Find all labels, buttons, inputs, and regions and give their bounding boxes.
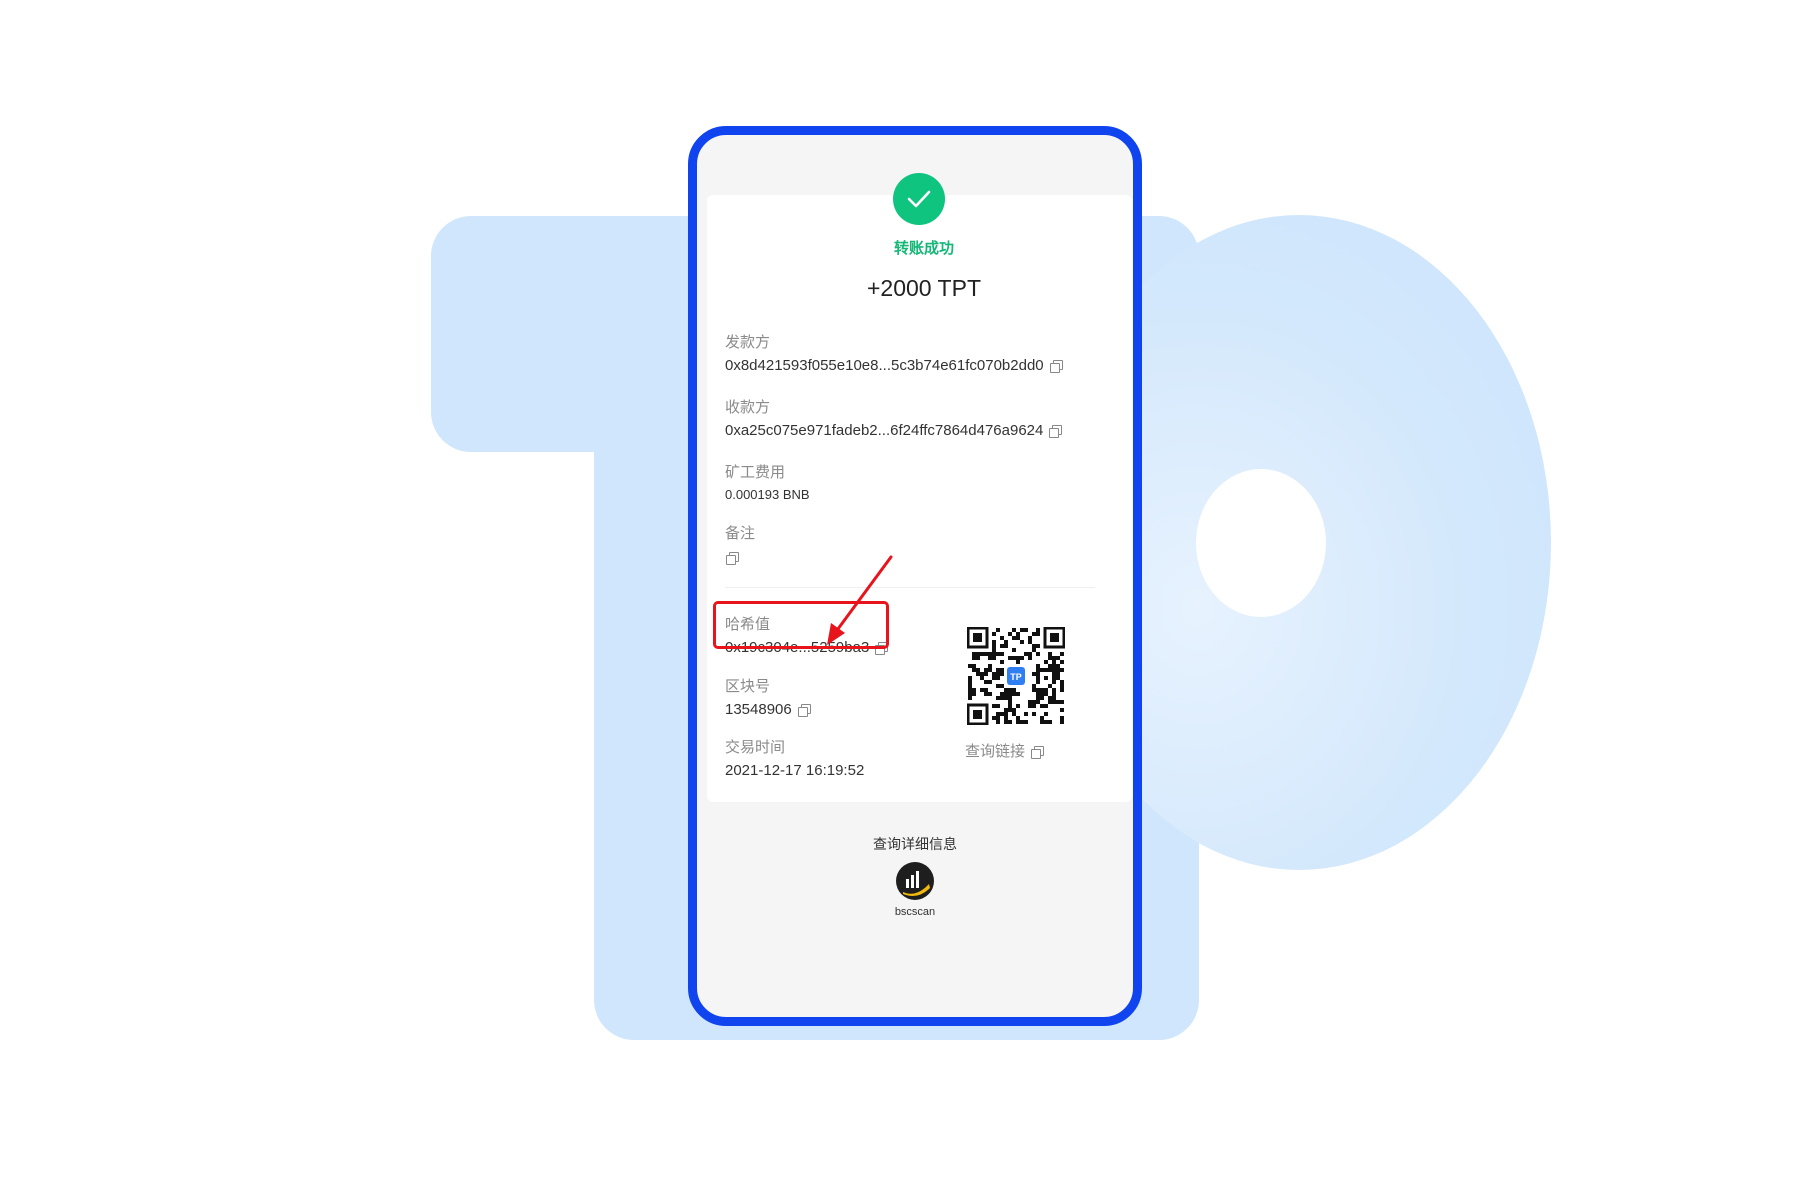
fee-label: 矿工费用 bbox=[725, 464, 786, 481]
copy-icon[interactable] bbox=[1049, 360, 1063, 374]
block-row: 13548906 bbox=[725, 701, 811, 718]
block-label: 区块号 bbox=[725, 678, 771, 695]
copy-icon[interactable] bbox=[1049, 425, 1063, 439]
status-text: 转账成功 bbox=[893, 240, 954, 257]
divider bbox=[725, 587, 1095, 588]
qr-code[interactable]: TP bbox=[967, 627, 1065, 725]
qr-link-row[interactable]: 查询链接 bbox=[965, 740, 1045, 761]
sender-label: 发款方 bbox=[725, 334, 771, 351]
copy-icon[interactable] bbox=[726, 552, 739, 566]
sender-row: 0x8d421593f055e10e8...5c3b74e61fc070b2dd… bbox=[725, 357, 1063, 374]
tp-logo-p-hole bbox=[1196, 469, 1326, 617]
memo-label: 备注 bbox=[725, 525, 756, 542]
annotation-arrow-icon bbox=[827, 555, 893, 645]
qr-link-label: 查询链接 bbox=[965, 743, 1026, 760]
phone-frame: 转账成功 +2000 TPT 发款方 0x8d421593f055e10e8..… bbox=[688, 126, 1142, 1026]
time-value: 2021-12-17 16:19:52 bbox=[725, 762, 865, 779]
memo-row bbox=[720, 549, 739, 566]
block-number: 13548906 bbox=[725, 701, 792, 718]
transfer-amount: +2000 TPT bbox=[866, 275, 981, 301]
fee-value: 0.000193 BNB bbox=[725, 487, 810, 502]
receiver-row: 0xa25c075e971fadeb2...6f24ffc7864d476a96… bbox=[725, 422, 1063, 439]
stage: 转账成功 +2000 TPT 发款方 0x8d421593f055e10e8..… bbox=[0, 0, 1820, 1200]
success-check-icon bbox=[893, 173, 945, 225]
receiver-label: 收款方 bbox=[725, 399, 771, 416]
receiver-address: 0xa25c075e971fadeb2...6f24ffc7864d476a96… bbox=[725, 422, 1044, 439]
copy-icon[interactable] bbox=[1031, 746, 1045, 760]
bscscan-logo[interactable] bbox=[896, 862, 934, 900]
bscscan-label: bscscan bbox=[894, 906, 936, 918]
qr-badge: TP bbox=[1010, 672, 1022, 682]
sender-address: 0x8d421593f055e10e8...5c3b74e61fc070b2dd… bbox=[725, 357, 1044, 374]
copy-icon[interactable] bbox=[797, 704, 811, 718]
time-label: 交易时间 bbox=[725, 739, 786, 756]
detail-title: 查询详细信息 bbox=[873, 836, 957, 852]
